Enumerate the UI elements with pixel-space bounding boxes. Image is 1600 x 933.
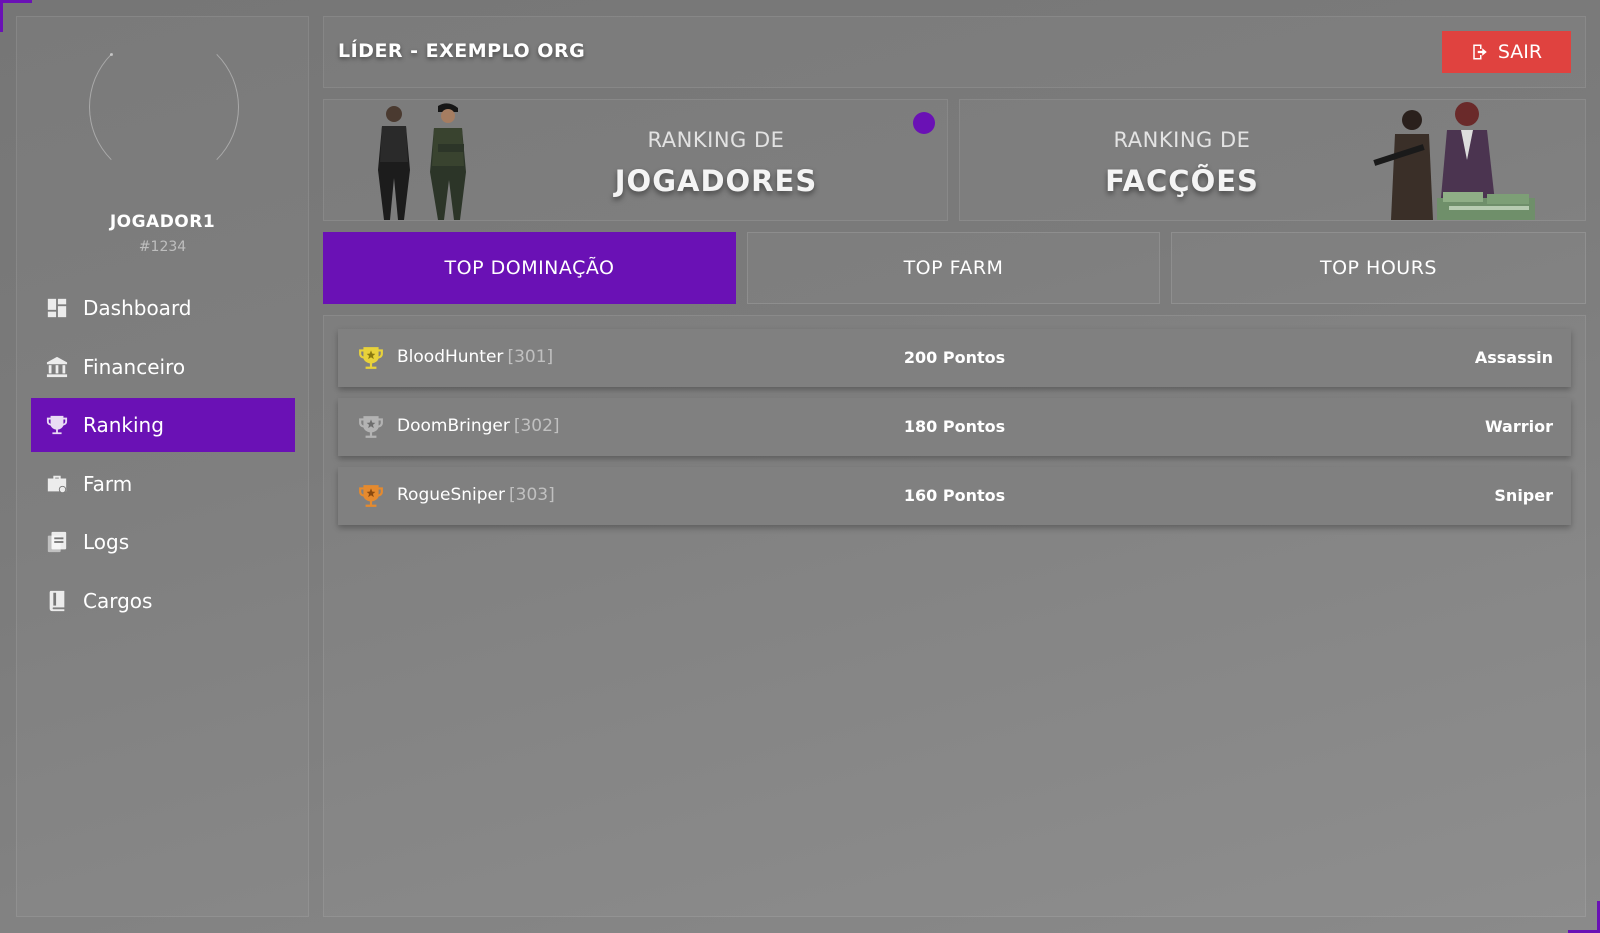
tab-top-hours[interactable]: TOP HOURS <box>1171 232 1586 304</box>
ranking-factions-card[interactable]: RANKING DE FACÇÕES <box>959 99 1586 221</box>
player-name: RogueSniper [303] <box>397 485 555 505</box>
sidebar: JOGADOR1 #1234 Dashboard Financeiro Rank… <box>16 16 309 917</box>
ranking-list: BloodHunter [301] 200 Pontos Assassin Doo… <box>323 315 1586 917</box>
sidebar-item-label: Logs <box>83 530 130 554</box>
logout-label: SAIR <box>1497 41 1543 63</box>
sidebar-item-label: Dashboard <box>83 296 192 320</box>
bronze-trophy-icon <box>359 485 383 507</box>
document-icon <box>45 530 69 554</box>
factions-illustration <box>1373 102 1535 220</box>
players-card-subtitle: RANKING DE <box>647 128 785 152</box>
sidebar-item-label: Farm <box>83 471 133 496</box>
book-icon <box>45 589 69 613</box>
players-card-title: JOGADORES <box>614 164 818 198</box>
username: JOGADOR1 <box>109 212 216 232</box>
players-illustration <box>378 103 466 220</box>
player-id: [302] <box>513 416 560 436</box>
sidebar-item-label: Financeiro <box>83 354 186 379</box>
bank-icon <box>45 355 69 379</box>
sidebar-item-financeiro[interactable]: Financeiro <box>31 340 295 394</box>
page-title: LÍDER - EXEMPLO ORG <box>338 40 586 62</box>
player-name: BloodHunter [301] <box>397 347 554 367</box>
avatar <box>89 32 239 182</box>
tab-top-dominacao[interactable]: TOP DOMINAÇÃO <box>323 232 736 304</box>
sidebar-item-dashboard[interactable]: Dashboard <box>31 281 295 335</box>
active-indicator-dot <box>913 112 935 134</box>
header-bar: LÍDER - EXEMPLO ORG SAIR <box>323 16 1586 88</box>
sidebar-item-label: Cargos <box>83 588 153 613</box>
ranking-row[interactable]: BloodHunter [301] 200 Pontos Assassin <box>338 329 1571 387</box>
player-role: Warrior <box>1484 417 1553 436</box>
dashboard-icon <box>45 296 69 320</box>
sidebar-item-label: Ranking <box>83 413 164 437</box>
sidebar-item-cargos[interactable]: Cargos <box>31 574 295 628</box>
sidebar-nav: Dashboard Financeiro Ranking Farm Logs C… <box>31 281 295 632</box>
sidebar-item-logs[interactable]: Logs <box>31 515 295 569</box>
factions-card-subtitle: RANKING DE <box>1113 128 1251 152</box>
user-id: #1234 <box>138 239 187 255</box>
gold-trophy-icon <box>359 347 383 369</box>
sidebar-item-ranking[interactable]: Ranking <box>31 398 295 452</box>
factions-card-title: FACÇÕES <box>1105 164 1259 198</box>
ranking-row[interactable]: DoomBringer [302] 180 Pontos Warrior <box>338 398 1571 456</box>
trophy-icon <box>45 413 69 437</box>
player-role: Sniper <box>1494 486 1553 505</box>
ranking-row[interactable]: RogueSniper [303] 160 Pontos Sniper <box>338 467 1571 525</box>
tab-top-farm[interactable]: TOP FARM <box>747 232 1160 304</box>
logout-icon <box>1473 44 1487 60</box>
silver-trophy-icon <box>359 416 383 438</box>
sidebar-item-farm[interactable]: Farm <box>31 457 295 511</box>
player-id: [301] <box>507 347 554 367</box>
logout-button[interactable]: SAIR <box>1442 31 1571 73</box>
player-role: Assassin <box>1474 348 1553 367</box>
briefcase-icon <box>45 472 69 496</box>
ranking-players-card[interactable]: RANKING DE JOGADORES <box>323 99 948 221</box>
player-id: [303] <box>509 485 555 505</box>
player-name: DoomBringer [302] <box>397 416 560 436</box>
